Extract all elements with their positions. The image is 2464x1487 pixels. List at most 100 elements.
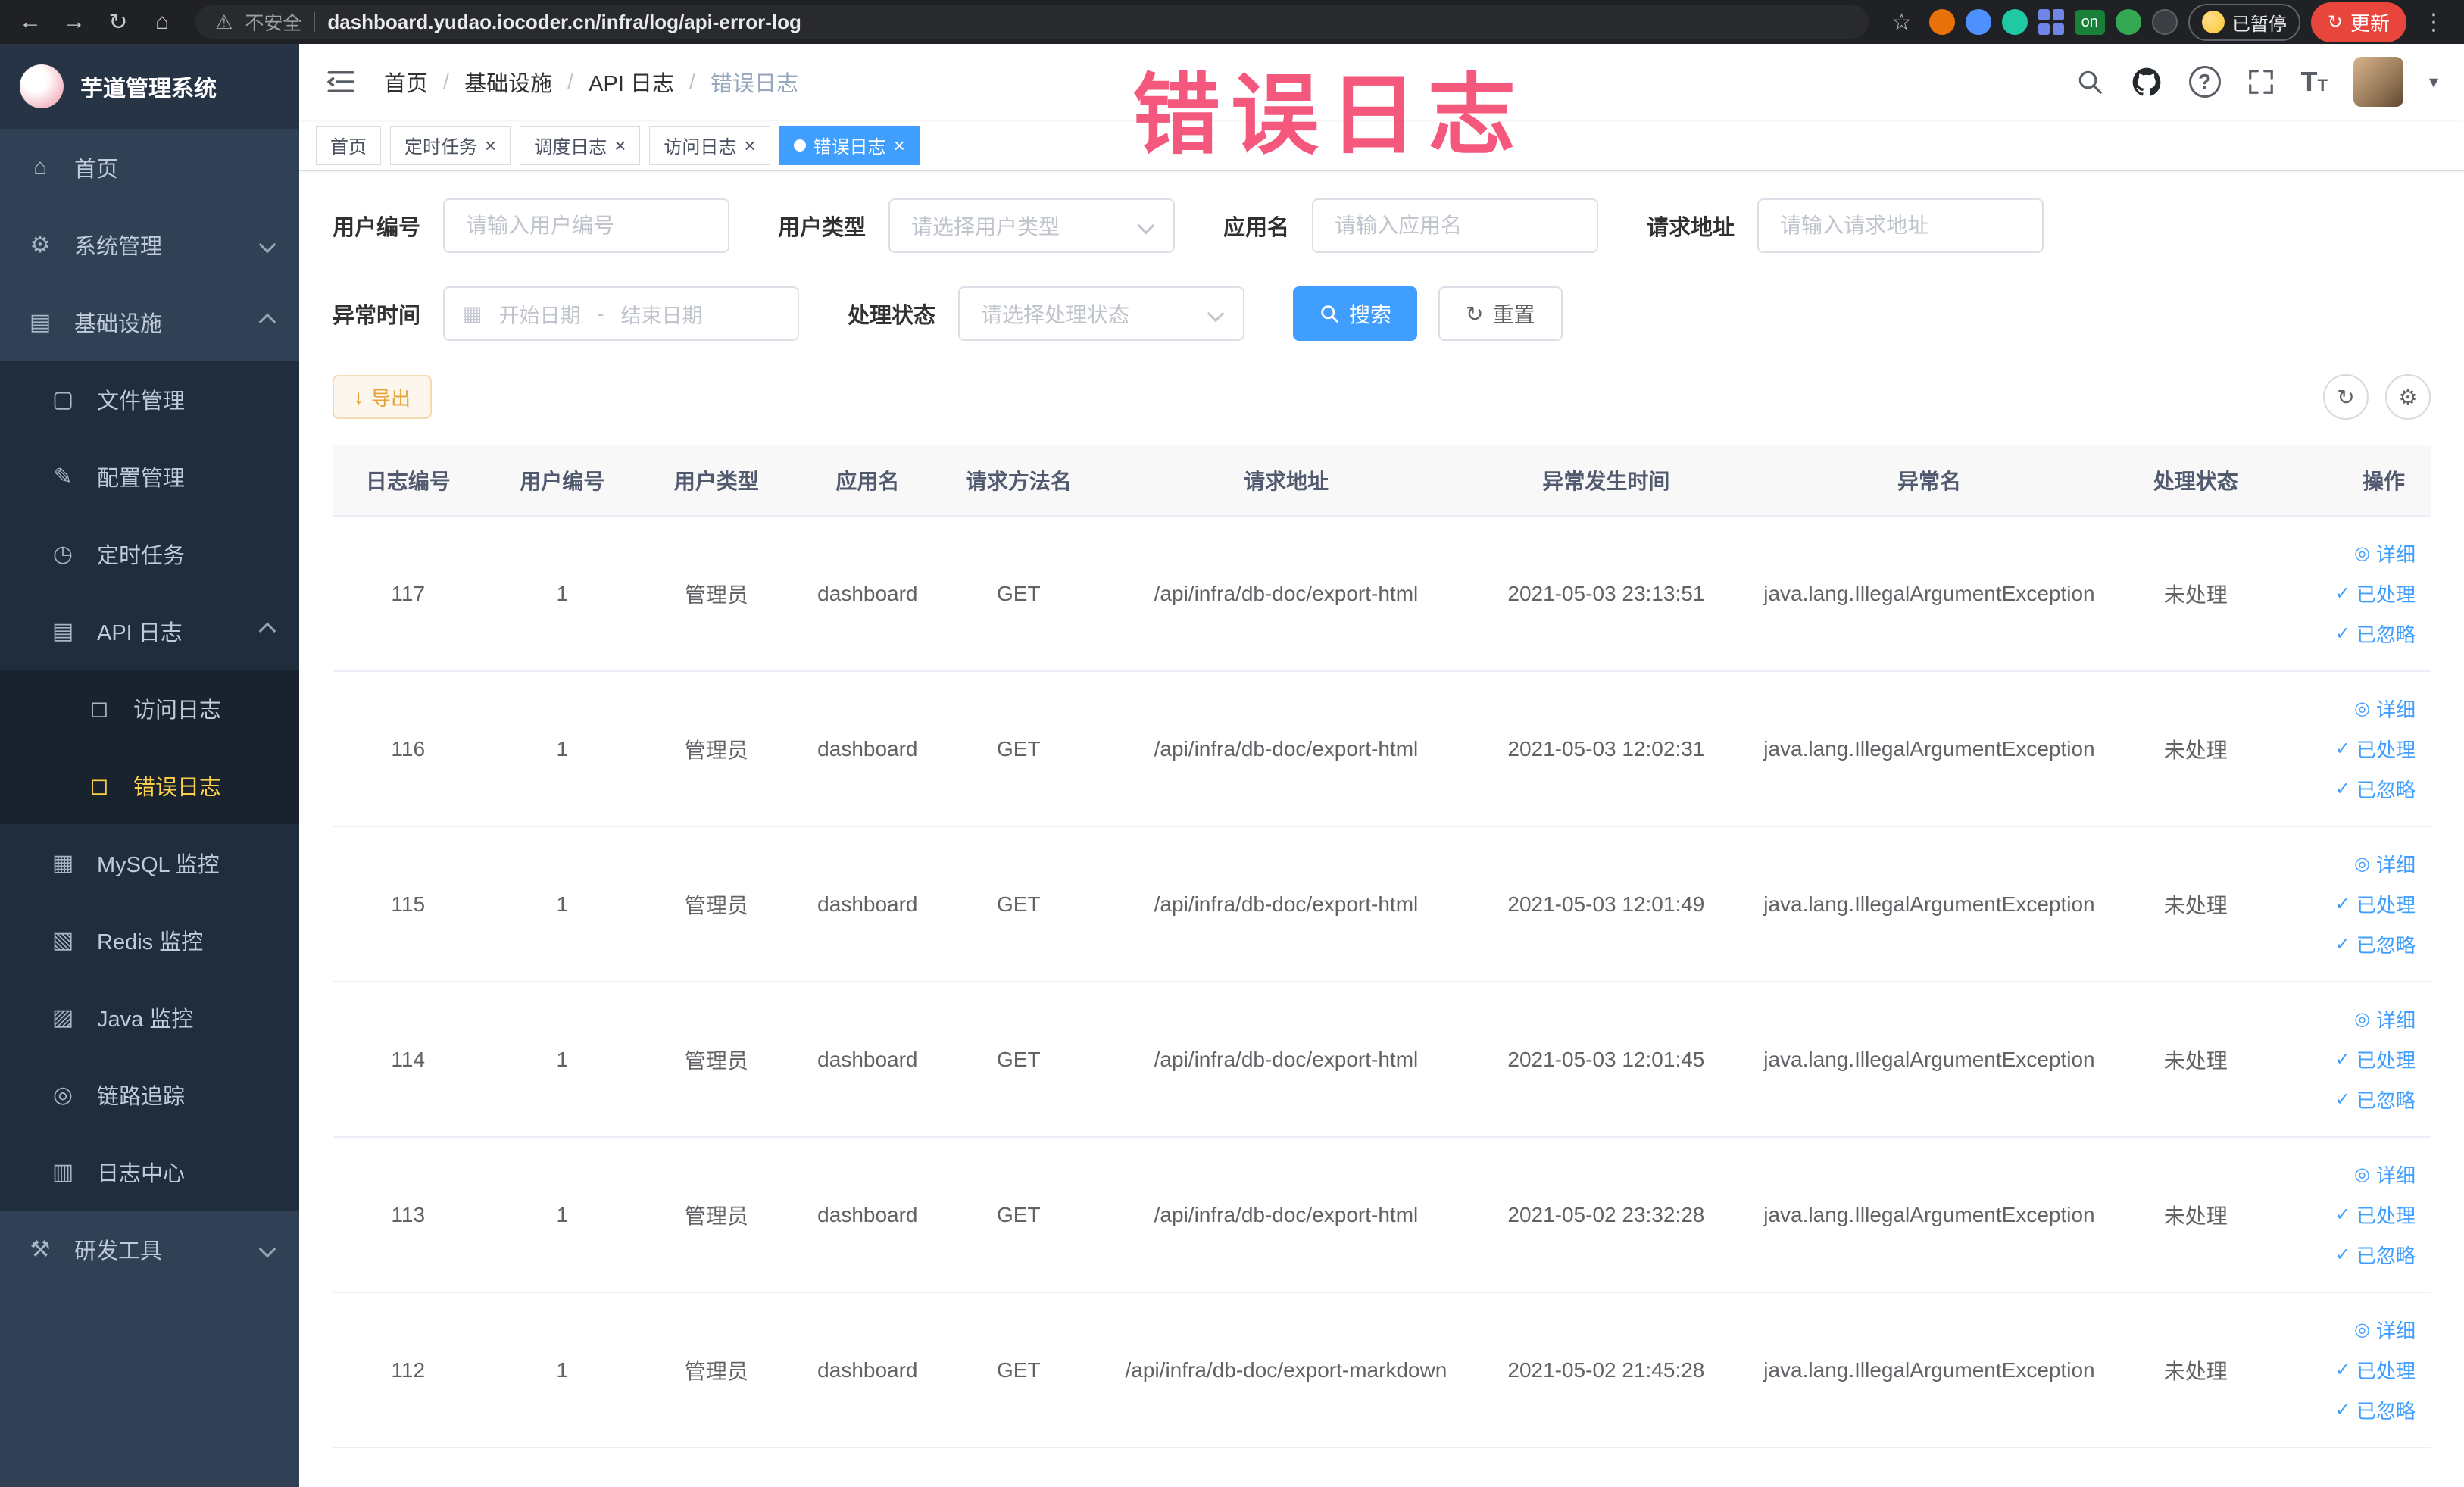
- action-已处理[interactable]: ✓ 已处理: [2276, 1350, 2416, 1390]
- table-header-3: 应用名: [792, 445, 944, 517]
- action-label: 已忽略: [2356, 1089, 2416, 1112]
- action-详细[interactable]: ◎ 详细: [2276, 689, 2416, 729]
- sidebar-item-java[interactable]: ▨ Java 监控: [0, 979, 299, 1056]
- search-button[interactable]: 搜索: [1293, 286, 1418, 341]
- sidebar-toggle-icon[interactable]: [325, 66, 357, 98]
- action-已处理[interactable]: ✓ 已处理: [2276, 884, 2416, 924]
- action-详细[interactable]: ◎ 详细: [2276, 1154, 2416, 1195]
- action-详细[interactable]: ◎ 详细: [2276, 999, 2416, 1039]
- action-已忽略[interactable]: ✓ 已忽略: [2276, 1390, 2416, 1430]
- sidebar-item-mysql[interactable]: ▦ MySQL 监控: [0, 824, 299, 901]
- sidebar-item-job[interactable]: ◷ 定时任务: [0, 515, 299, 592]
- action-已处理[interactable]: ✓ 已处理: [2276, 573, 2416, 614]
- tab-close-icon[interactable]: ×: [614, 136, 626, 155]
- forward-icon[interactable]: →: [58, 9, 91, 35]
- browser-menu-icon[interactable]: ⋮: [2417, 9, 2450, 36]
- mysql-icon: ▦: [52, 850, 74, 876]
- action-详细[interactable]: ◎ 详细: [2276, 1310, 2416, 1350]
- tab-close-icon[interactable]: ×: [485, 136, 496, 155]
- sidebar-item-label: 研发工具: [74, 1239, 163, 1264]
- action-已忽略[interactable]: ✓ 已忽略: [2276, 1079, 2416, 1120]
- export-button[interactable]: ↓ 导出: [333, 375, 433, 419]
- sidebar-item-access-log[interactable]: ◻ 访问日志: [0, 670, 299, 747]
- extension-icon[interactable]: [1928, 9, 1955, 35]
- action-已忽略[interactable]: ✓ 已忽略: [2276, 924, 2416, 964]
- user-id-input[interactable]: [443, 198, 730, 253]
- breadcrumb-item[interactable]: 首页: [384, 66, 428, 98]
- security-label[interactable]: 不安全: [245, 8, 301, 36]
- breadcrumb-item[interactable]: API 日志: [589, 66, 674, 98]
- action-已处理[interactable]: ✓ 已处理: [2276, 1195, 2416, 1235]
- refresh-button[interactable]: ↻: [2323, 374, 2369, 420]
- app-name-input[interactable]: [1312, 198, 1599, 253]
- app-logo[interactable]: 芋道管理系统: [0, 44, 299, 129]
- update-button[interactable]: ↻ 更新: [2310, 2, 2406, 42]
- home-icon[interactable]: ⌂: [145, 9, 179, 35]
- user-type-select[interactable]: 请选择用户类型: [888, 198, 1176, 253]
- sidebar-item-infra[interactable]: ▤ 基础设施: [0, 283, 299, 361]
- date-range-picker[interactable]: ▦ 开始日期 - 结束日期: [443, 286, 800, 341]
- sidebar-item-api-log[interactable]: ▤ API 日志: [0, 592, 299, 670]
- tab-调度日志[interactable]: 调度日志 ×: [520, 125, 641, 165]
- column-settings-button[interactable]: ⚙: [2385, 374, 2431, 420]
- cell: 管理员: [641, 982, 792, 1138]
- user-avatar[interactable]: [2353, 57, 2403, 107]
- sidebar-item-file[interactable]: ▢ 文件管理: [0, 361, 299, 438]
- tab-访问日志[interactable]: 访问日志 ×: [649, 125, 770, 165]
- sidebar-item-system[interactable]: ⚙ 系统管理: [0, 206, 299, 283]
- sidebar-item-dev-tools[interactable]: ⚒ 研发工具: [0, 1211, 299, 1288]
- update-label: 更新: [2350, 11, 2390, 35]
- action-详细[interactable]: ◎ 详细: [2276, 533, 2416, 573]
- address-bar[interactable]: ⚠ 不安全 dashboard.yudao.iocoder.cn/infra/l…: [195, 5, 1869, 39]
- reload-icon[interactable]: ↻: [101, 9, 135, 36]
- extension-icon[interactable]: [1965, 9, 1991, 35]
- extension-icon[interactable]: [2001, 9, 2028, 35]
- fullscreen-icon[interactable]: [2247, 67, 2275, 96]
- tab-定时任务[interactable]: 定时任务 ×: [390, 125, 511, 165]
- cell: java.lang.IllegalArgumentException: [1734, 1292, 2125, 1448]
- extension-on-badge[interactable]: on: [2074, 9, 2105, 35]
- caret-down-icon[interactable]: ▾: [2429, 71, 2438, 93]
- row-actions: ◎ 详细 ✓ 已处理 ✓ 已忽略: [2266, 671, 2431, 827]
- paused-badge[interactable]: 已暂停: [2188, 3, 2300, 41]
- font-size-icon[interactable]: TT: [2301, 66, 2328, 98]
- tab-首页[interactable]: 首页: [316, 125, 381, 165]
- eye-icon: ◎: [2354, 854, 2370, 874]
- extension-icon[interactable]: [2151, 9, 2178, 35]
- url-text[interactable]: dashboard.yudao.iocoder.cn/infra/log/api…: [327, 11, 801, 34]
- sidebar-item-config[interactable]: ✎ 配置管理: [0, 438, 299, 515]
- sidebar-item-home[interactable]: ⌂ 首页: [0, 129, 299, 206]
- action-已处理[interactable]: ✓ 已处理: [2276, 729, 2416, 769]
- action-label: 详细: [2375, 1009, 2416, 1032]
- tab-错误日志[interactable]: 错误日志 ×: [779, 125, 920, 165]
- action-已忽略[interactable]: ✓ 已忽略: [2276, 614, 2416, 654]
- help-icon[interactable]: ?: [2188, 66, 2221, 98]
- sidebar-item-error-log[interactable]: ◻ 错误日志: [0, 747, 299, 824]
- search-icon[interactable]: [2075, 67, 2104, 96]
- cell: dashboard: [792, 1292, 944, 1448]
- action-已忽略[interactable]: ✓ 已忽略: [2276, 769, 2416, 809]
- action-已处理[interactable]: ✓ 已处理: [2276, 1039, 2416, 1079]
- tab-close-icon[interactable]: ×: [744, 136, 755, 155]
- request-url-input[interactable]: [1757, 198, 2044, 253]
- sidebar-item-log-center[interactable]: ▥ 日志中心: [0, 1133, 299, 1211]
- action-详细[interactable]: ◎ 详细: [2276, 844, 2416, 884]
- action-已忽略[interactable]: ✓ 已忽略: [2276, 1235, 2416, 1275]
- breadcrumb-item[interactable]: 基础设施: [464, 66, 552, 98]
- sidebar-item-trace[interactable]: ◎ 链路追踪: [0, 1056, 299, 1133]
- bookmark-star-icon[interactable]: ☆: [1885, 9, 1919, 36]
- sidebar-item-redis[interactable]: ▧ Redis 监控: [0, 901, 299, 979]
- extension-grid-icon[interactable]: [2038, 9, 2064, 35]
- back-icon[interactable]: ←: [14, 9, 47, 35]
- process-status-select[interactable]: 请选择处理状态: [958, 286, 1245, 341]
- tab-close-icon[interactable]: ×: [894, 136, 905, 155]
- cell: 116: [333, 671, 484, 827]
- github-icon[interactable]: [2130, 65, 2163, 98]
- extension-icon[interactable]: [2115, 9, 2141, 35]
- chevron-down-icon: [258, 236, 276, 254]
- cell: dashboard: [792, 826, 944, 982]
- reset-button[interactable]: ↻ 重置: [1438, 286, 1563, 341]
- table-row: 115 1 管理员 dashboard GET/api/infra/db-doc/exp…: [333, 826, 2431, 982]
- breadcrumb-item[interactable]: 错误日志: [710, 66, 798, 98]
- table-row: 112 1 管理员 dashboard GET/api/infra/db-doc/exp…: [333, 1292, 2431, 1448]
